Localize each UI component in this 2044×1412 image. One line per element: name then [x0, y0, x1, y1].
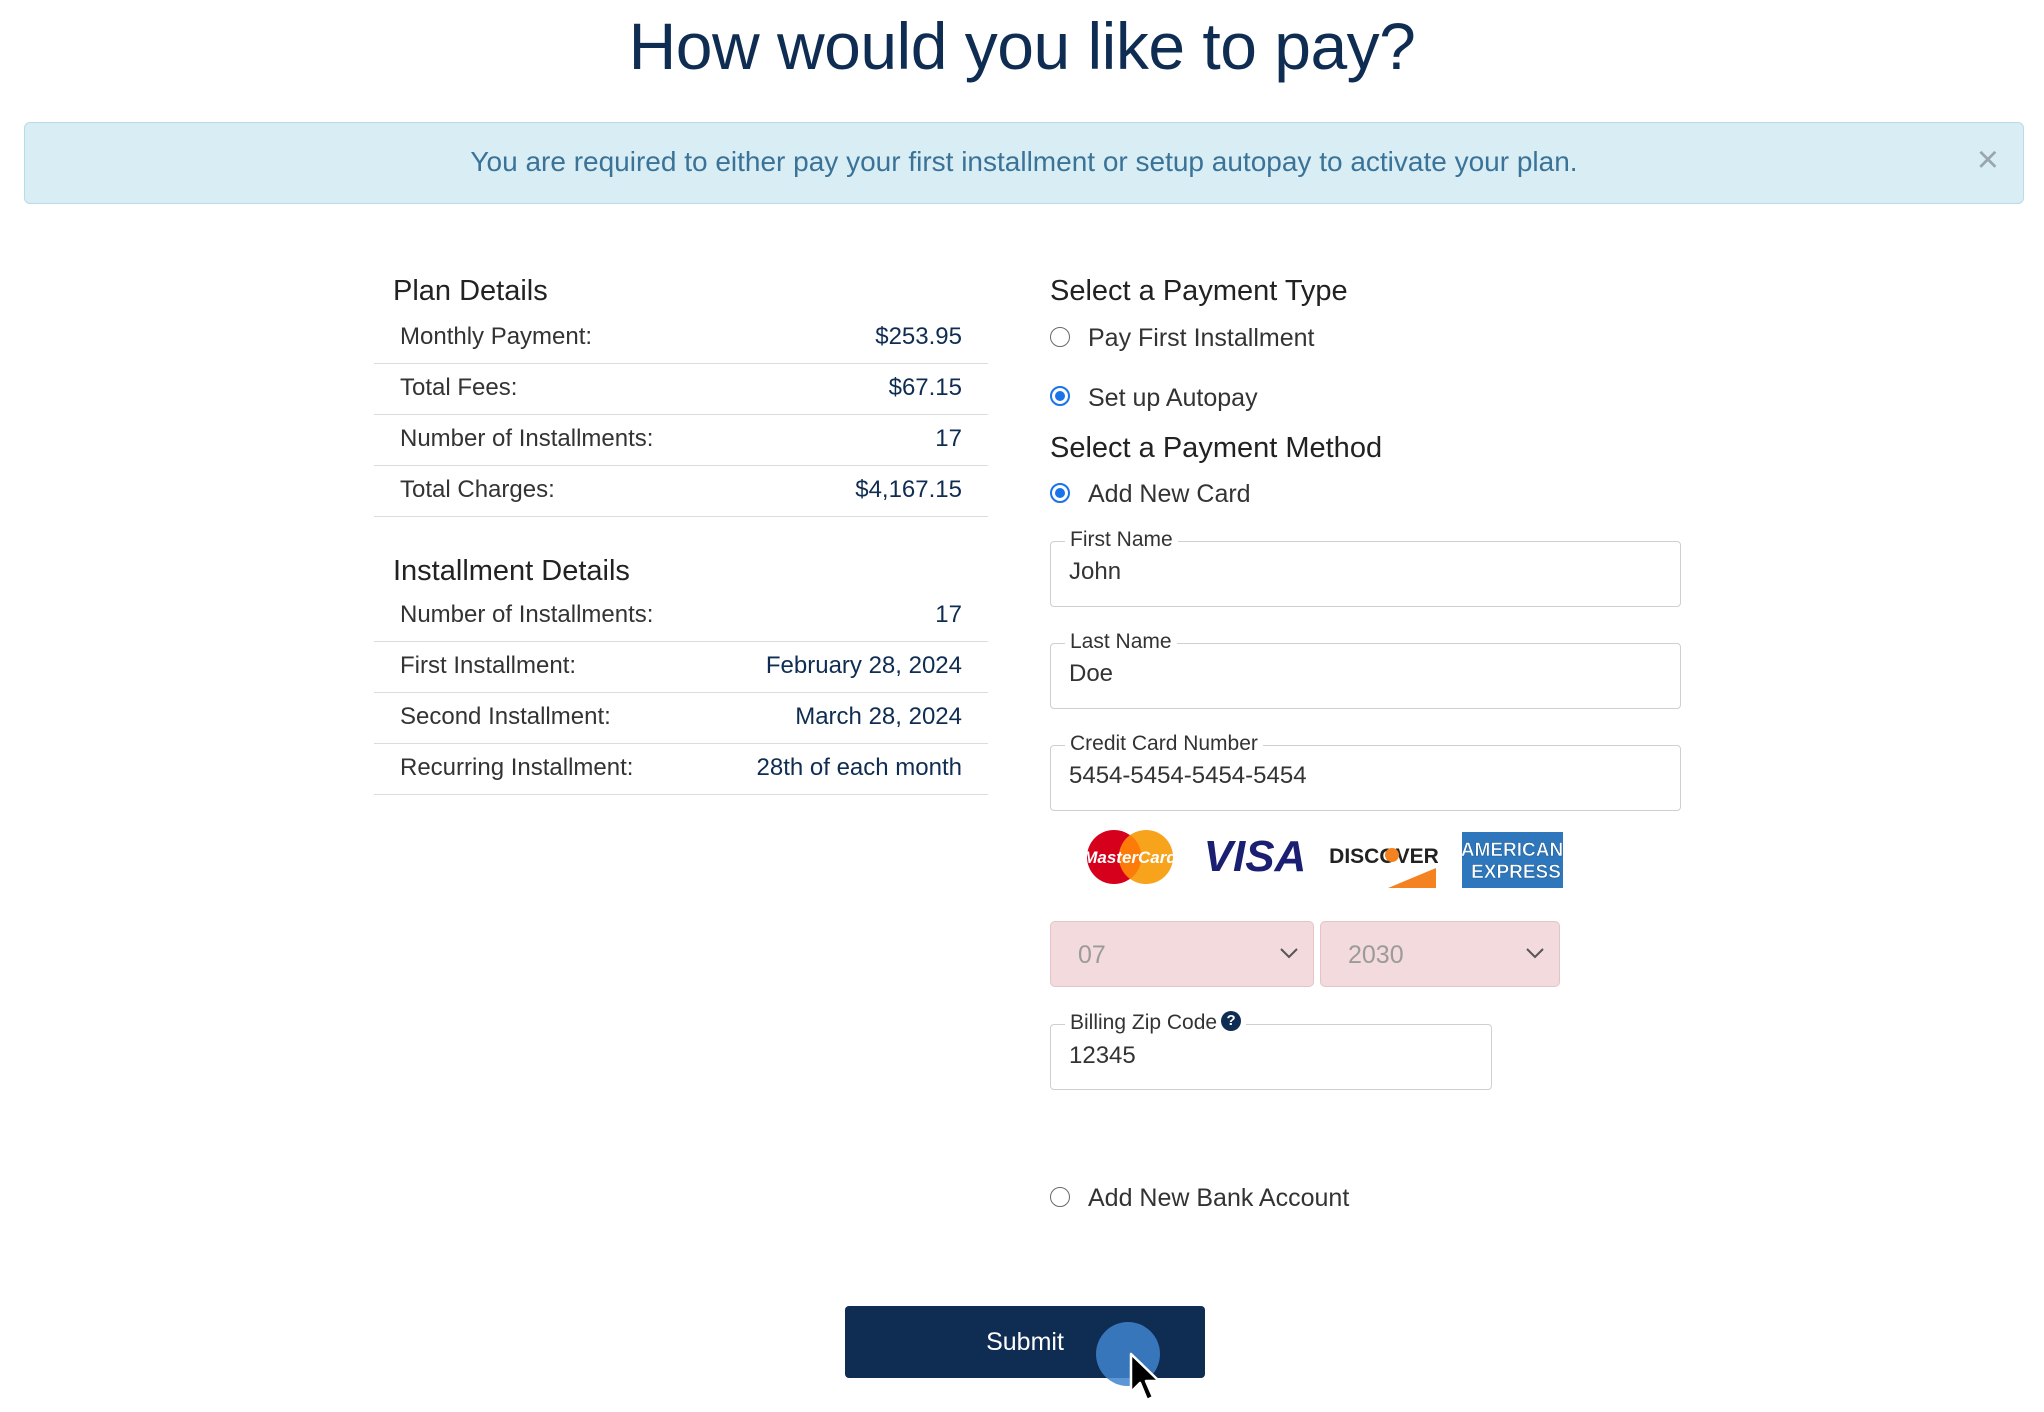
- expiry-month-select[interactable]: 07: [1050, 921, 1314, 987]
- help-icon[interactable]: ?: [1221, 1011, 1242, 1031]
- detail-label: Total Charges:: [400, 476, 555, 503]
- first-name-input[interactable]: [1069, 558, 1573, 586]
- plan-detail-row: Total Charges: $4,167.15: [374, 466, 988, 517]
- credit-card-number-field[interactable]: Credit Card Number: [1050, 732, 1681, 811]
- expiry-year-value: 2030: [1348, 941, 1404, 969]
- alert-message: You are required to either pay your firs…: [470, 146, 1578, 177]
- detail-value: February 28, 2024: [765, 652, 962, 679]
- detail-label: First Installment:: [400, 652, 577, 679]
- plan-detail-row: Number of Installments: 17: [374, 415, 988, 466]
- add-new-bank-account-label[interactable]: Add New Bank Account: [1088, 1184, 1349, 1213]
- installment-detail-row: First Installment: February 28, 2024: [374, 642, 988, 693]
- mastercard-logo-text: MasterCard: [1083, 848, 1177, 867]
- billing-zip-code-field[interactable]: Billing Zip Code?: [1050, 1011, 1492, 1090]
- expiry-year-select[interactable]: 2030: [1320, 921, 1560, 987]
- expiry-month-value: 07: [1078, 941, 1106, 969]
- setup-autopay-radio[interactable]: [1050, 386, 1070, 406]
- amex-logo-text-line1: AMERICAN: [1462, 840, 1563, 861]
- autopay-required-alert: You are required to either pay your firs…: [24, 122, 2024, 204]
- detail-value: 17: [935, 601, 962, 628]
- last-name-label: Last Name: [1065, 630, 1177, 654]
- detail-label: Second Installment:: [400, 703, 611, 730]
- installment-detail-row: Second Installment: March 28, 2024: [374, 693, 988, 744]
- discover-logo: DISCOVER: [1330, 845, 1438, 888]
- plan-detail-row: Total Fees: $67.15: [374, 364, 988, 415]
- american-express-logo: AMERICAN EXPRESS: [1462, 832, 1563, 888]
- plan-details-heading: Plan Details: [393, 275, 548, 307]
- detail-label: Number of Installments:: [400, 601, 654, 628]
- chevron-down-icon: [1280, 948, 1298, 959]
- installment-detail-row: Number of Installments: 17: [374, 591, 988, 642]
- plan-detail-row: Monthly Payment: $253.95: [374, 313, 988, 364]
- page-title: How would you like to pay?: [628, 9, 1416, 83]
- detail-value: $253.95: [875, 323, 962, 350]
- credit-card-number-input[interactable]: [1069, 762, 1573, 790]
- payment-method-heading: Select a Payment Method: [1050, 432, 1383, 464]
- pay-first-installment-label[interactable]: Pay First Installment: [1088, 324, 1314, 353]
- payment-page: How would you like to pay? You are requi…: [0, 0, 2044, 1412]
- detail-value: March 28, 2024: [795, 703, 962, 730]
- installment-details-heading: Installment Details: [393, 555, 630, 587]
- last-name-field[interactable]: Last Name: [1050, 630, 1681, 709]
- mastercard-logo: MasterCard: [1083, 830, 1177, 884]
- amex-logo-text-line2: EXPRESS: [1471, 862, 1561, 883]
- mouse-cursor-icon: [1129, 1352, 1161, 1402]
- pay-first-installment-radio[interactable]: [1050, 327, 1070, 347]
- add-new-card-label[interactable]: Add New Card: [1088, 480, 1251, 509]
- detail-label: Number of Installments:: [400, 425, 654, 452]
- detail-value: $67.15: [888, 374, 962, 401]
- detail-value: 17: [935, 425, 962, 452]
- chevron-down-icon: [1526, 948, 1544, 959]
- billing-zip-code-label-wrap: Billing Zip Code?: [1065, 1011, 1247, 1035]
- first-name-label: First Name: [1065, 528, 1178, 552]
- detail-label: Monthly Payment:: [400, 323, 593, 350]
- payment-type-heading: Select a Payment Type: [1050, 275, 1348, 307]
- detail-label: Total Fees:: [400, 374, 518, 401]
- visa-logo: VISA: [1204, 832, 1307, 881]
- add-new-card-radio[interactable]: [1050, 483, 1070, 503]
- billing-zip-code-label: Billing Zip Code: [1070, 1011, 1218, 1034]
- last-name-input[interactable]: [1069, 660, 1573, 688]
- close-icon[interactable]: ×: [1977, 139, 1999, 182]
- credit-card-number-label: Credit Card Number: [1065, 732, 1263, 756]
- submit-button-label: Submit: [986, 1328, 1064, 1356]
- billing-zip-code-input[interactable]: [1069, 1042, 1421, 1070]
- add-new-bank-account-radio[interactable]: [1050, 1187, 1070, 1207]
- first-name-field[interactable]: First Name: [1050, 528, 1681, 607]
- detail-label: Recurring Installment:: [400, 754, 634, 781]
- setup-autopay-label[interactable]: Set up Autopay: [1088, 384, 1258, 413]
- installment-detail-row: Recurring Installment: 28th of each mont…: [374, 744, 988, 795]
- visa-logo-text: VISA: [1204, 832, 1307, 881]
- detail-value: 28th of each month: [756, 754, 962, 781]
- discover-logo-text: DISCOVER: [1330, 845, 1438, 868]
- detail-value: $4,167.15: [855, 476, 962, 503]
